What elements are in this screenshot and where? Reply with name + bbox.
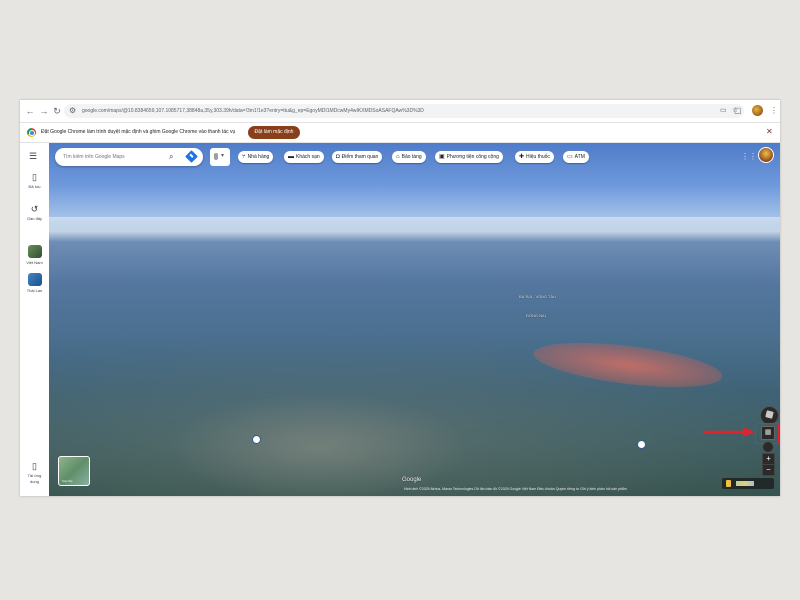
install-app-icon[interactable]: ▭ [720,106,727,116]
extensions-icon[interactable]: ▢ [734,105,742,117]
sidebar-item-recent[interactable]: ↺ Gần đây [20,204,49,222]
chip-hotels[interactable]: ▬ Khách sạn [284,151,324,163]
bed-icon: ▬ [288,154,294,160]
forward-icon[interactable]: → [38,105,50,117]
fork-knife-icon: ⑂ [242,154,246,160]
sidebar-item-thailand[interactable]: Thái Lan [20,273,49,294]
chip-restaurants[interactable]: ⑂ Nhà hàng [238,151,274,163]
google-logo: Google [402,477,422,483]
satellite-map[interactable]: BÀ RỊA - VŨNG TÀU ĐỒNG NAI ⌕ ▾ ⑂Nhà hàng… [49,143,780,496]
browser-window: ← → ↻ ⚙ google.com/maps/@10.8384659,107.… [20,100,780,496]
chevron-down-icon: ▾ [221,153,225,159]
chip-label: Phương tiện công cộng [446,154,499,160]
reload-icon[interactable]: ↻ [51,105,63,117]
more-menu-icon[interactable]: ⋮ [770,105,778,117]
chrome-logo-icon [27,128,36,137]
history-icon: ↺ [30,204,39,214]
map-footer: Hình ảnh ©2025 Airbus, Maxar Technologie… [404,487,627,491]
chip-label: ATM [574,154,585,160]
directions-icon[interactable] [185,150,198,163]
person-icon [214,153,218,160]
sidebar-item-label: Việt Nam [26,260,43,265]
google-apps-icon[interactable]: ⋮⋮ [741,152,757,161]
download-app-label-2: dụng [30,479,39,484]
layers-label: Các lớp [62,479,73,483]
back-icon[interactable]: ← [24,105,36,117]
browser-toolbar: ← → ↻ ⚙ google.com/maps/@10.8384659,107.… [20,100,780,123]
chip-label: Khách sạn [296,154,320,160]
profile-avatar[interactable] [752,105,763,116]
chip-label: Hiệu thuốc [526,154,550,160]
chip-label: Nhà hàng [247,154,270,160]
sidebar-item-label: Thái Lan [26,288,43,293]
layers-thumbnail[interactable]: Các lớp [58,456,90,486]
horizon-haze [49,217,780,231]
site-info-icon[interactable]: ⚙ [69,106,76,116]
phone-icon: ▯ [32,461,37,471]
sidebar-item-label: Gần đây [26,216,43,221]
chip-label: Điểm tham quan [341,154,379,160]
atm-icon: ▭ [567,154,573,160]
chip-museums[interactable]: ⌂ Bảo tàng [392,151,426,163]
menu-icon[interactable]: ☰ [29,152,38,161]
search-icon[interactable]: ⌕ [169,152,173,162]
map-label-ba-ria-vung-tau: BÀ RỊA - VŨNG TÀU [519,294,557,299]
download-app-button[interactable]: ▯ Tải ứng dụng [20,461,49,485]
compass-icon[interactable] [762,441,774,453]
red-arrow-icon [703,427,755,437]
urban-area-shading [169,393,469,496]
vietnam-thumbnail [27,245,42,258]
imagery-strip [736,481,754,486]
map-pin[interactable] [637,440,646,449]
thailand-thumbnail [27,273,42,286]
url-text: google.com/maps/@10.8384659,107.1085717,… [82,108,424,114]
maps-sidebar: ☰ ▯ Đã lưu ↺ Gần đây Việt Nam Thái Lan ▯… [20,143,50,496]
chip-transit[interactable]: ▣ Phương tiện công cộng [435,151,503,163]
search-input[interactable] [63,151,163,163]
map-pin[interactable] [252,435,261,444]
address-bar[interactable]: ⚙ google.com/maps/@10.8384659,107.108571… [64,104,744,118]
walking-layer-chip[interactable]: ▾ [210,148,230,166]
set-default-button[interactable]: Đặt làm mặc định [248,126,300,139]
infobar-text: Đặt Google Chrome làm trình duyệt mặc đị… [41,129,236,135]
sidebar-item-vietnam[interactable]: Việt Nam [20,245,49,266]
chip-pharmacy[interactable]: ✚ Hiệu thuốc [515,151,554,163]
chip-label: Bảo tàng [401,154,422,160]
map-label-dong-nai: ĐỒNG NAI [526,313,546,318]
default-browser-infobar: Đặt Google Chrome làm trình duyệt mặc đị… [20,123,780,143]
camera-icon: ◘ [336,154,340,160]
bookmark-icon: ▯ [32,172,37,182]
pegman-icon[interactable] [726,480,731,487]
chip-atm[interactable]: ▭ ATM [563,151,589,163]
sidebar-item-label: Đã lưu [28,184,41,189]
user-avatar[interactable] [758,147,774,163]
pharmacy-icon: ✚ [519,154,525,160]
close-icon[interactable]: ✕ [766,127,773,137]
sidebar-item-saved[interactable]: ▯ Đã lưu [20,172,49,190]
zoom-out-button[interactable]: − [762,464,775,476]
transit-icon: ▣ [439,154,445,160]
search-box[interactable]: ⌕ [55,148,203,166]
map-bottom-controls[interactable] [722,478,774,489]
chip-attractions[interactable]: ◘ Điểm tham quan [332,151,383,163]
museum-icon: ⌂ [396,154,400,160]
